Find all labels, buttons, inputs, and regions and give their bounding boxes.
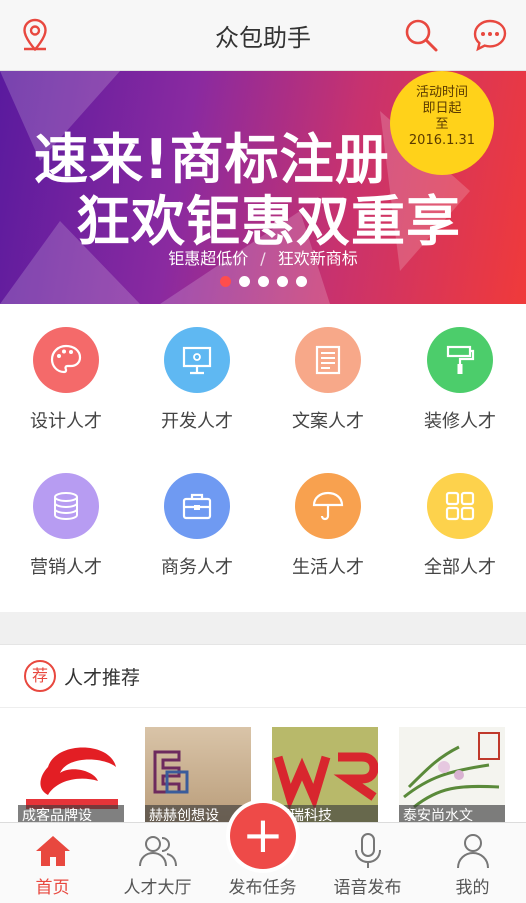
badge-line-3: 至 — [435, 117, 449, 132]
microphone-icon — [355, 833, 381, 868]
category-label: 设计人才 — [30, 411, 102, 432]
recommend-card[interactable]: 泰安尚水文 — [399, 727, 505, 827]
coins-icon — [33, 473, 99, 539]
section-divider — [0, 612, 526, 645]
banner-sub-right: 狂欢新商标 — [277, 249, 358, 268]
users-icon — [139, 836, 177, 867]
tab-label: 发布任务 — [228, 878, 297, 898]
category-grid: 设计人才 开发人才 文案人才 装修人才 营销人才 商务人才 生活人才 全部人才 — [0, 305, 526, 612]
paint-roller-icon — [427, 327, 493, 393]
tab-voice-publish[interactable]: 语音发布 — [315, 823, 420, 903]
tab-label: 我的 — [455, 878, 490, 898]
category-copywriting[interactable]: 文案人才 — [262, 327, 394, 433]
badge-line-1: 活动时间 — [415, 85, 468, 100]
category-label: 全部人才 — [424, 557, 496, 578]
tab-label: 人才大厅 — [123, 878, 192, 898]
grid-icon — [427, 473, 493, 539]
category-label: 文案人才 — [292, 411, 364, 432]
carousel-dot[interactable] — [257, 276, 269, 287]
tab-label: 语音发布 — [333, 878, 402, 898]
category-label: 装修人才 — [424, 411, 496, 432]
category-marketing[interactable]: 营销人才 — [0, 473, 132, 579]
umbrella-icon — [295, 473, 361, 539]
category-life[interactable]: 生活人才 — [262, 473, 394, 579]
category-design[interactable]: 设计人才 — [0, 327, 132, 433]
promo-banner[interactable]: 活动时间 即日起 至 2016.1.31 速来!商标注册 狂欢钜惠双重享 钜惠超… — [0, 71, 526, 304]
person-icon — [457, 834, 489, 869]
document-icon — [295, 327, 361, 393]
category-development[interactable]: 开发人才 — [131, 327, 263, 433]
briefcase-icon — [164, 473, 230, 539]
carousel-dot[interactable] — [295, 276, 307, 287]
category-label: 商务人才 — [161, 557, 233, 578]
home-icon — [36, 836, 70, 866]
recommend-title: 人才推荐 — [64, 667, 141, 689]
banner-sub-left: 钜惠超低价 — [168, 249, 249, 268]
tab-home[interactable]: 首页 — [0, 823, 105, 903]
recommend-badge: 荐 — [24, 660, 56, 692]
banner-subtitle: 钜惠超低价 / 狂欢新商标 — [0, 245, 526, 269]
carousel-dot[interactable] — [238, 276, 250, 287]
tab-label: 首页 — [35, 878, 70, 898]
recommend-card[interactable]: 成客品牌设 — [18, 727, 124, 827]
palette-icon — [33, 327, 99, 393]
top-bar: 众包助手 — [0, 0, 526, 71]
event-time-badge: 活动时间 即日起 至 2016.1.31 — [390, 71, 494, 175]
category-business[interactable]: 商务人才 — [131, 473, 263, 579]
category-label: 生活人才 — [292, 557, 364, 578]
monitor-icon — [164, 327, 230, 393]
search-icon[interactable] — [402, 16, 440, 54]
tab-talent-hall[interactable]: 人才大厅 — [105, 823, 210, 903]
banner-sub-separator: / — [260, 249, 266, 268]
tab-profile[interactable]: 我的 — [420, 823, 525, 903]
carousel-dot[interactable] — [276, 276, 288, 287]
carousel-dots — [0, 276, 526, 287]
publish-plus-button[interactable]: + — [230, 803, 296, 869]
badge-line-4: 2016.1.31 — [408, 133, 476, 148]
app-title: 众包助手 — [215, 24, 311, 52]
category-decoration[interactable]: 装修人才 — [394, 327, 526, 433]
category-all[interactable]: 全部人才 — [394, 473, 526, 579]
category-label: 营销人才 — [30, 557, 102, 578]
carousel-dot[interactable] — [219, 276, 231, 287]
recommend-header: 荐 人才推荐 — [0, 645, 526, 708]
badge-line-2: 即日起 — [422, 101, 462, 116]
category-label: 开发人才 — [161, 411, 233, 432]
plus-icon: + — [242, 806, 284, 864]
message-icon[interactable] — [471, 16, 509, 54]
